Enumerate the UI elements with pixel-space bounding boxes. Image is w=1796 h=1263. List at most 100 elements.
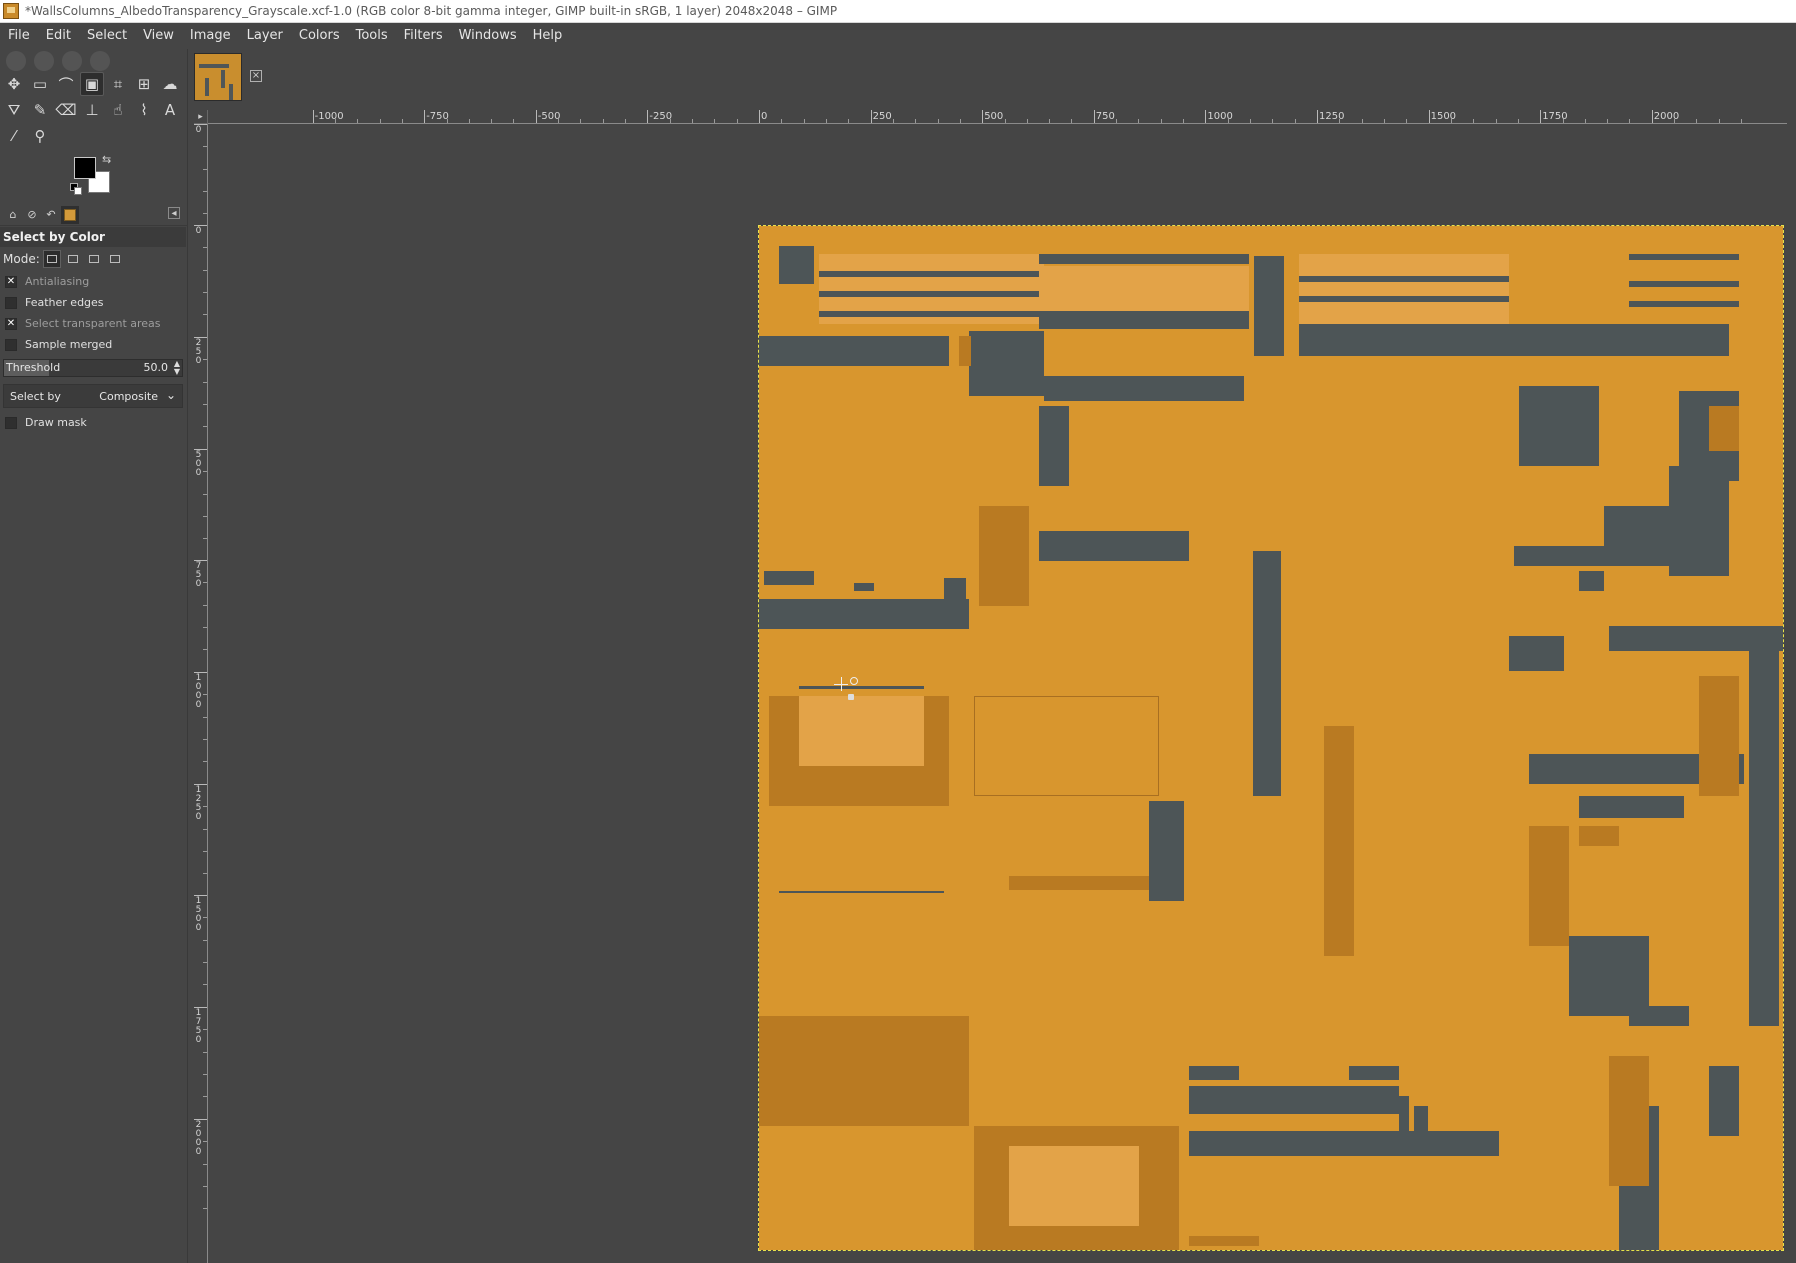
mode-replace-button[interactable] (42, 250, 61, 268)
rect-select-tool-icon[interactable]: ▭ (28, 72, 52, 96)
canvas-area[interactable] (208, 125, 1796, 1263)
menu-view[interactable]: View (135, 23, 182, 49)
ruler-minor-tick (334, 119, 336, 123)
menu-help[interactable]: Help (525, 23, 571, 49)
texture-dark-panel (1039, 311, 1249, 329)
ruler-minor-tick (1183, 119, 1185, 123)
ruler-minor-tick (513, 119, 515, 123)
ruler-minor-tick (1138, 119, 1140, 123)
ruler-minor-tick (1517, 119, 1519, 123)
quick-mask-toggle-icon[interactable]: ▸ (194, 110, 208, 124)
text-tool-icon[interactable]: A (158, 98, 182, 122)
device-status-tab-icon[interactable]: ⊘ (23, 206, 41, 224)
draw-mask-checkbox[interactable] (5, 416, 17, 429)
dock-menu-icon[interactable]: ◂ (168, 207, 180, 219)
image-thumbnail-tab[interactable] (194, 53, 242, 101)
ruler-minor-tick (203, 873, 207, 875)
option-checkbox[interactable] (5, 338, 17, 351)
ruler-minor-tick (1741, 119, 1743, 123)
texture-dark-panel (1519, 386, 1599, 466)
menu-layer[interactable]: Layer (239, 23, 291, 49)
ruler-minor-tick (203, 1029, 207, 1031)
horizontal-ruler[interactable]: -1000 -750 -500 -250 0 250 500 750 1000 1250 1500 1… (208, 110, 1787, 124)
move-tool-icon[interactable]: ✥ (2, 72, 26, 96)
ruler-label: 0 (195, 125, 202, 135)
free-select-tool-icon[interactable]: ⌒ (54, 72, 78, 96)
menu-colors[interactable]: Colors (291, 23, 348, 49)
option-checkbox[interactable]: ✕ (5, 317, 17, 330)
texture-dark-panel (819, 271, 1044, 277)
ruler-minor-tick (203, 359, 207, 361)
clone-tool-icon[interactable]: ⊥ (80, 98, 104, 122)
menu-windows[interactable]: Windows (451, 23, 525, 49)
ruler-minor-tick (203, 1051, 207, 1053)
ruler-minor-tick (1473, 119, 1475, 123)
ruler-minor-tick (1562, 119, 1564, 123)
ruler-minor-tick (1674, 119, 1676, 123)
ruler-minor-tick (580, 119, 582, 123)
texture-dark-panel (1039, 531, 1189, 561)
crop-tool-icon[interactable]: ⌗ (106, 72, 130, 96)
bucket-fill-tool-icon[interactable]: ⛛ (2, 98, 26, 122)
vertical-ruler[interactable]: 0 0 250 500 750 1000 1250 1500 1750 2000 (194, 124, 208, 1263)
ruler-minor-tick (203, 471, 207, 473)
default-colors-icon[interactable] (70, 183, 82, 195)
title-bar: *WallsColumns_AlbedoTransparency_Graysca… (0, 0, 1796, 23)
fg-bg-colors[interactable]: ⇆ (70, 153, 118, 197)
option-row-antialiasing[interactable]: ✕ Antialiasing (0, 271, 186, 292)
mode-subtract-button[interactable] (85, 250, 103, 268)
color-picker-tool-icon[interactable]: ⁄ (2, 124, 26, 148)
threshold-slider[interactable]: Threshold 50.0 ▲ ▼ (3, 359, 183, 377)
texture-dark-panel (1749, 626, 1779, 1026)
ruler-minor-tick (203, 291, 207, 293)
ruler-label: 500 (195, 450, 202, 478)
texture-dark-panel (1253, 551, 1281, 796)
close-icon[interactable]: × (250, 70, 262, 82)
ruler-minor-tick (669, 119, 671, 123)
ruler-label: 0 (195, 226, 202, 236)
menu-file[interactable]: File (0, 23, 38, 49)
mode-add-button[interactable] (64, 250, 82, 268)
ruler-minor-tick (1495, 119, 1497, 123)
paths-tool-icon[interactable]: ⌇ (132, 98, 156, 122)
option-row-feather-edges[interactable]: Feather edges (0, 292, 186, 313)
ruler-minor-tick (203, 582, 207, 584)
ruler-minor-tick (1629, 119, 1631, 123)
image-canvas[interactable] (758, 225, 1784, 1251)
texture-dark-panel (764, 571, 814, 585)
menu-select[interactable]: Select (79, 23, 135, 49)
paintbrush-tool-icon[interactable]: ✎ (28, 98, 52, 122)
select-by-dropdown[interactable]: Select by Composite ⌄ (3, 384, 183, 408)
smudge-tool-icon[interactable]: ☝ (106, 98, 130, 122)
warp-transform-tool-icon[interactable]: ☁ (158, 72, 182, 96)
menu-filters[interactable]: Filters (396, 23, 451, 49)
threshold-spinner-icon[interactable]: ▲ ▼ (174, 360, 180, 376)
ruler-minor-tick (1049, 119, 1051, 123)
foreground-color-swatch[interactable] (74, 157, 96, 179)
mode-intersect-button[interactable] (106, 250, 124, 268)
eraser-tool-icon[interactable]: ⌫ (54, 98, 78, 122)
option-label: Sample merged (25, 338, 113, 351)
ruler-minor-tick (1607, 119, 1609, 123)
option-checkbox[interactable] (5, 296, 17, 309)
option-row-select-transparent-areas[interactable]: ✕ Select transparent areas (0, 313, 186, 334)
menu-image[interactable]: Image (182, 23, 239, 49)
unified-transform-tool-icon[interactable]: ⊞ (132, 72, 156, 96)
zoom-tool-icon[interactable]: ⚲ (28, 124, 52, 148)
images-tab-icon[interactable] (61, 205, 79, 224)
ruler-minor-tick (203, 1073, 207, 1075)
gimp-app-icon (3, 3, 19, 19)
select-by-color-tool-icon[interactable]: ▣ (80, 72, 104, 96)
ruler-minor-tick (1584, 119, 1586, 123)
menu-edit[interactable]: Edit (38, 23, 79, 49)
ruler-minor-tick (625, 119, 627, 123)
option-row-sample-merged[interactable]: Sample merged (0, 334, 186, 355)
option-checkbox[interactable]: ✕ (5, 275, 17, 288)
swap-colors-icon[interactable]: ⇆ (102, 153, 111, 166)
undo-history-tab-icon[interactable]: ↶ (42, 206, 60, 224)
draw-mask-row[interactable]: Draw mask (0, 412, 186, 433)
menu-tools[interactable]: Tools (348, 23, 396, 49)
tool-options-tab-icon[interactable]: ⌂ (4, 206, 22, 224)
texture-dark-panel (819, 311, 1044, 317)
ruler-minor-tick (203, 403, 207, 405)
